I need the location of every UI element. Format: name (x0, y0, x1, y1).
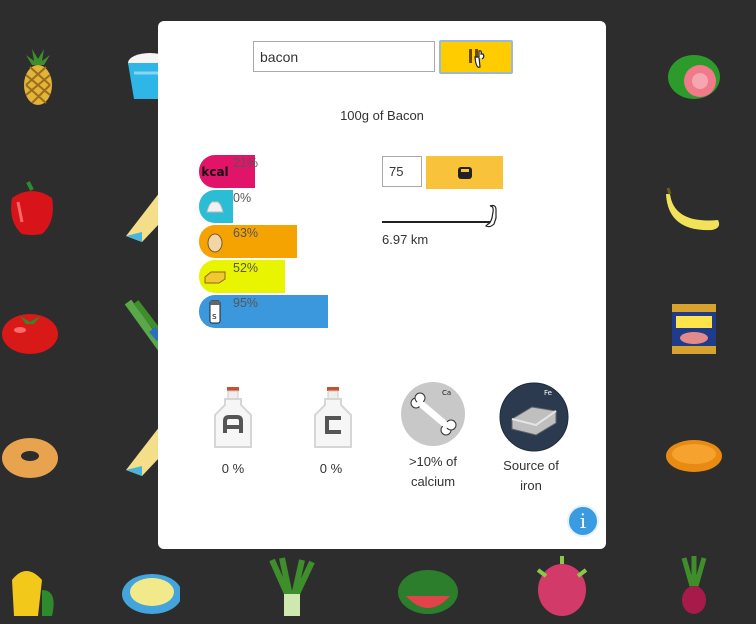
food-subtitle: 100g of Bacon (340, 108, 424, 123)
nutrition-card: 100g of Bacon kcal 21% 0% 63% (158, 21, 606, 549)
banana-icon (666, 187, 720, 231)
tomato-icon (2, 314, 58, 354)
fat-bar: 52% (199, 260, 285, 293)
nutrient-row-salt: s 95% (199, 295, 328, 328)
fork-knife-icon (469, 49, 485, 68)
kcal-icon: kcal (201, 165, 229, 179)
scale-icon (457, 166, 472, 179)
protein-bar: 63% (199, 225, 297, 258)
calories-percent: 21% (233, 156, 259, 170)
vitamin-a-bottle-icon (214, 387, 252, 448)
vitamin-a (213, 385, 253, 456)
vitamin-a-label: 0 % (221, 461, 245, 476)
iron-line-1: Source of (503, 458, 559, 473)
sugar-percent: 0% (233, 191, 252, 205)
iron-symbol: Fe (544, 389, 552, 397)
fat-percent: 52% (233, 261, 259, 275)
sugar-bar: 0% (199, 190, 251, 223)
beetroot-icon (681, 556, 707, 614)
weight-button[interactable] (426, 156, 503, 189)
salt-icon: s (201, 298, 229, 326)
vitamin-c (313, 385, 353, 456)
vitamin-c-bottle-icon (314, 387, 352, 448)
food-search-input[interactable] (253, 41, 435, 72)
protein-percent: 63% (233, 226, 259, 240)
bagel-icon (2, 438, 58, 478)
iron-bar-icon: Fe (499, 382, 569, 452)
salt-bar: s 95% (199, 295, 328, 328)
calcium-line-2: calcium (410, 474, 456, 489)
guava-icon (668, 55, 720, 99)
nutrient-row-protein: 63% (199, 225, 297, 258)
butter-icon (201, 263, 229, 291)
iron-line-2: iron (520, 478, 542, 493)
bone-icon: Ca (401, 382, 465, 446)
rice-plate-icon (122, 574, 180, 614)
sugar-icon (201, 193, 229, 221)
spam-can-icon (672, 304, 716, 354)
leek-icon (269, 557, 315, 616)
distance-readout: 6.97 km (382, 232, 429, 247)
calcium-badge: Ca (398, 381, 468, 450)
nutrient-row-calories: kcal 21% (199, 155, 259, 188)
minutes-input[interactable] (382, 156, 422, 187)
calcium-label: >10% of calcium (393, 452, 473, 492)
calcium-symbol: Ca (442, 389, 451, 397)
dragon-fruit-icon (536, 556, 588, 616)
iron-label: Source of iron (491, 456, 571, 496)
egg-icon (201, 228, 229, 256)
nutrient-row-fat: 52% (199, 260, 285, 293)
pineapple-icon (24, 49, 52, 105)
vitamin-c-label: 0 % (319, 461, 343, 476)
nutrient-row-sugar: 0% (199, 190, 251, 223)
salt-percent: 95% (233, 296, 259, 310)
svg-text:s: s (212, 312, 217, 322)
leg-icon[interactable] (484, 204, 502, 228)
iron-badge: Fe (498, 381, 569, 456)
calories-bar: kcal 21% (199, 155, 259, 188)
yellow-pepper-icon (12, 571, 54, 616)
watermelon-icon (398, 570, 458, 614)
red-pepper-icon (11, 181, 53, 235)
info-button[interactable]: i (567, 505, 599, 537)
calcium-line-1: >10% of (408, 454, 458, 469)
search-button[interactable] (439, 40, 513, 74)
distance-slider[interactable] (382, 221, 490, 223)
fried-patty-icon (666, 440, 722, 472)
